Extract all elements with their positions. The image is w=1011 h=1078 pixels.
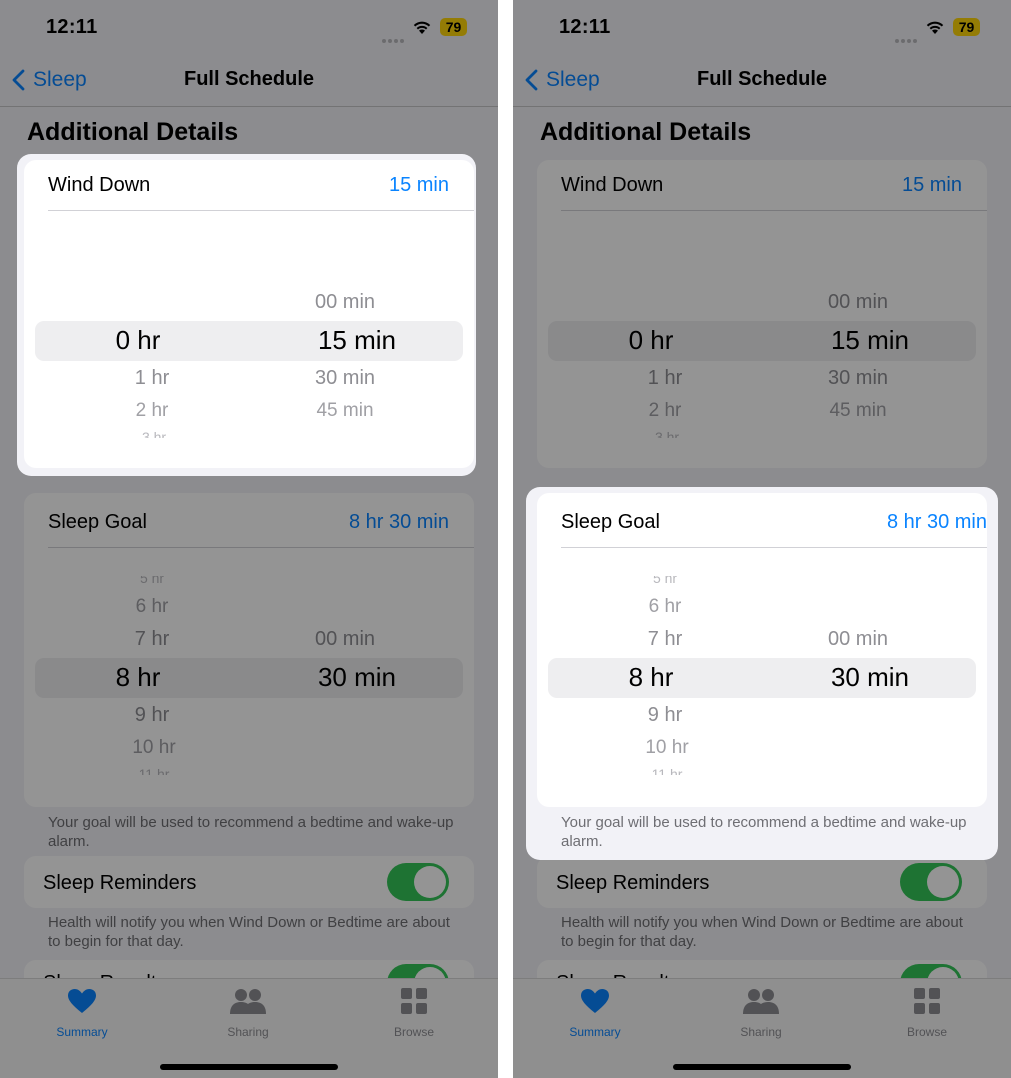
picker-hour-selected[interactable]: 0 hr [38,325,238,356]
picker-minute-selected[interactable]: 15 min [257,325,457,356]
sleep-goal-value[interactable]: 8 hr 30 min [887,511,987,534]
picker-hour-option[interactable]: 10 hr [567,737,767,759]
wind-down-divider [48,210,474,211]
picker-hour-option[interactable]: 3 hr [54,429,254,438]
picker-minute-option[interactable]: 30 min [245,367,445,390]
picker-minute-selected[interactable]: 30 min [770,662,970,693]
picker-minute-option[interactable]: 00 min [758,628,958,651]
picker-hour-option[interactable]: 11 hr [567,766,767,775]
picker-minute-option[interactable]: 45 min [245,400,445,422]
picker-hour-selected[interactable]: 8 hr [551,662,751,693]
wind-down-label[interactable]: Wind Down [48,174,150,197]
picker-hour-option[interactable]: 1 hr [52,367,252,390]
wind-down-value[interactable]: 15 min [389,174,449,197]
sleep-goal-divider [561,547,987,548]
phone-screenshot-sleep-goal: 12:11 79 Sleep Full Schedule Additional … [513,0,1011,1078]
sleep-goal-footnote: Your goal will be used to recommend a be… [561,814,967,850]
picker-hour-option[interactable]: 6 hr [565,596,765,618]
picker-hour-option[interactable]: 2 hr [52,400,252,422]
picker-hour-option[interactable]: 9 hr [565,704,765,727]
phone-screenshot-wind-down: 12:11 79 Sleep Full Schedule Additional … [0,0,498,1078]
picker-hour-option[interactable]: 7 hr [565,628,765,651]
picker-minute-option[interactable]: 00 min [245,291,445,314]
sleep-goal-label[interactable]: Sleep Goal [561,511,660,534]
picker-hour-option[interactable]: 5 hr [565,576,765,585]
